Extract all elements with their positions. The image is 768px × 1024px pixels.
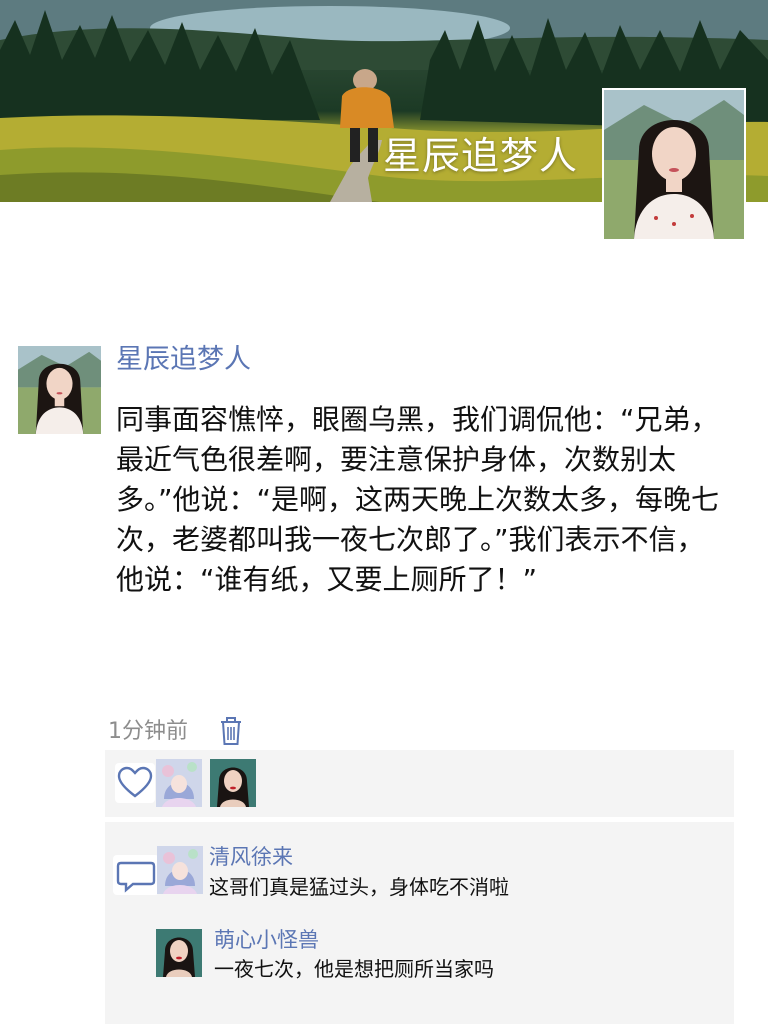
profile-avatar[interactable] xyxy=(602,88,746,241)
post-author-avatar[interactable] xyxy=(18,346,101,434)
post-author-name[interactable]: 星辰追梦人 xyxy=(116,341,251,379)
comment-text: 一夜七次，他是想把厕所当家吗 xyxy=(214,957,494,981)
woman-portrait-avatar-icon xyxy=(604,90,744,239)
post-content: 同事面容憔悴，眼圈乌黑，我们调侃他：“兄弟，最近气色很差啊，要注意保护身体，次数… xyxy=(116,403,720,596)
comment-author[interactable]: 萌心小怪兽 xyxy=(214,926,319,954)
heart-icon[interactable] xyxy=(115,763,155,803)
like-avatar-woman-red-lips-avatar-icon[interactable] xyxy=(210,759,256,807)
post-timestamp: 1分钟前 xyxy=(108,719,188,744)
comments-panel: 清风徐来 这哥们真是猛过头，身体吃不消啦 萌心小怪兽 一夜七次，他是想把厕所当家… xyxy=(105,822,734,1024)
like-avatar-anime-girl-avatar-icon[interactable] xyxy=(156,759,202,807)
woman-portrait-avatar-icon xyxy=(18,346,101,434)
comment-author[interactable]: 清风徐来 xyxy=(209,843,293,871)
comment-bubble-icon[interactable] xyxy=(113,855,159,895)
cover-username: 星辰追梦人 xyxy=(383,134,579,178)
likes-panel xyxy=(105,750,734,817)
comment-avatar-woman-red-lips-avatar-icon[interactable] xyxy=(156,929,202,977)
comment-avatar-anime-girl-avatar-icon[interactable] xyxy=(157,846,203,894)
comment-text: 这哥们真是猛过头，身体吃不消啦 xyxy=(209,875,509,899)
trash-icon[interactable] xyxy=(219,716,243,746)
